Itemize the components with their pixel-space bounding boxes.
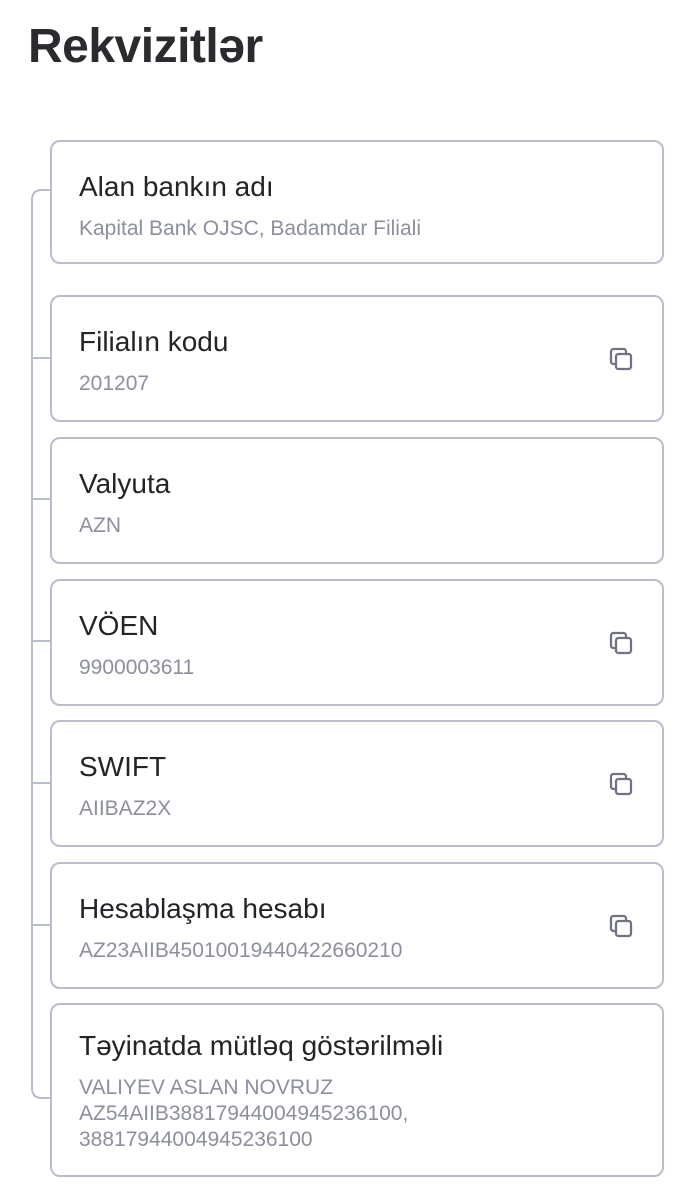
requisite-value: 9900003611 <box>79 656 195 679</box>
requisite-value: AZN <box>79 514 121 537</box>
copy-button[interactable] <box>606 344 636 374</box>
requisite-label: Alan bankın adı <box>79 171 274 202</box>
requisite-label: Hesablaşma hesabı <box>79 893 327 924</box>
copy-icon <box>609 914 633 938</box>
requisite-value: 201207 <box>79 372 150 395</box>
copy-icon <box>609 772 633 796</box>
requisite-card-settlement-account: Hesablaşma hesabı AZ23AIIB45010019440422… <box>50 862 664 989</box>
requisite-value: AIIBAZ2X <box>79 797 172 820</box>
requisite-value: Kapital Bank OJSC, Badamdar Filiali <box>79 217 421 240</box>
requisite-card-branch-code: Filialın kodu 201207 <box>50 295 664 422</box>
copy-icon <box>609 631 633 655</box>
requisite-card-bank-name: Alan bankın adı Kapital Bank OJSC, Badam… <box>50 140 664 264</box>
requisite-label: Filialın kodu <box>79 326 229 357</box>
requisite-card-currency: Valyuta AZN <box>50 437 664 564</box>
requisite-card-purpose: Təyinatda mütləq göstərilməli VALIYEV AS… <box>50 1003 664 1177</box>
requisite-value: VALIYEV ASLAN NOVRUZ AZ54AIIB38817944004… <box>79 1076 409 1151</box>
requisite-label: Təyinatda mütləq göstərilməli <box>79 1030 444 1061</box>
requisite-card-voen: VÖEN 9900003611 <box>50 579 664 706</box>
requisite-label: Valyuta <box>79 468 171 499</box>
copy-button[interactable] <box>606 769 636 799</box>
requisite-card-swift: SWIFT AIIBAZ2X <box>50 720 664 847</box>
requisite-value: AZ23AIIB45010019440422660210 <box>79 939 403 962</box>
copy-button[interactable] <box>606 628 636 658</box>
copy-icon <box>609 347 633 371</box>
requisite-label: SWIFT <box>79 751 167 782</box>
copy-button[interactable] <box>606 911 636 941</box>
requisite-label: VÖEN <box>79 610 159 641</box>
tree-trunk-line <box>31 189 50 1099</box>
